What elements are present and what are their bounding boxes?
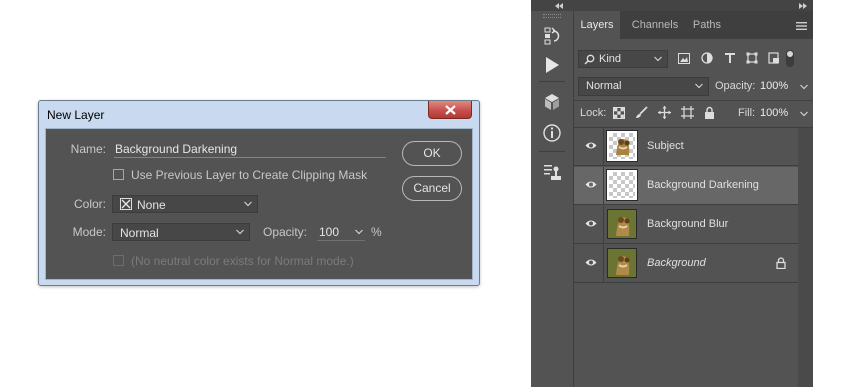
mode-value: Normal	[120, 226, 159, 240]
divider	[574, 100, 813, 101]
layer-name-input[interactable]	[114, 141, 386, 158]
grip-handle[interactable]	[543, 14, 561, 18]
neutral-color-note: (No neutral color exists for Normal mode…	[131, 254, 354, 268]
fill-value[interactable]: 100%	[760, 107, 788, 119]
eye-icon[interactable]	[585, 180, 597, 189]
chevron-down-icon	[654, 56, 662, 62]
color-label: Color:	[73, 197, 106, 211]
info-icon[interactable]	[541, 122, 563, 144]
search-icon	[584, 54, 595, 65]
divider	[603, 167, 604, 205]
divider	[539, 151, 565, 152]
layer-name: Background	[647, 257, 706, 269]
ok-button[interactable]: OK	[402, 141, 462, 166]
eye-icon[interactable]	[585, 258, 597, 267]
photo-thumbnail-icon	[608, 210, 636, 238]
collapse-left-icon[interactable]	[555, 3, 563, 9]
dialog-title: New Layer	[47, 108, 105, 122]
new-layer-dialog: New Layer Name: Use Previous Layer to Cr…	[38, 100, 480, 286]
chevron-down-icon	[236, 229, 244, 235]
lock-image-pixels-icon[interactable]	[635, 106, 648, 119]
divider	[539, 81, 565, 82]
lock-icon[interactable]	[776, 257, 786, 269]
blend-mode-value: Normal	[586, 80, 622, 92]
lock-position-icon[interactable]	[658, 106, 671, 119]
chevron-down-icon	[244, 201, 252, 207]
layer-row-background-darkening[interactable]: Background Darkening	[574, 167, 798, 205]
photo-thumbnail-icon	[608, 249, 636, 277]
color-value: None	[137, 198, 166, 212]
layer-thumbnail	[607, 209, 637, 239]
eye-icon[interactable]	[585, 141, 597, 150]
tab-layers[interactable]: Layers	[574, 11, 620, 39]
filter-row: Kind	[574, 48, 813, 70]
clone-source-icon[interactable]	[541, 161, 563, 183]
layer-thumbnail	[607, 248, 637, 278]
cancel-button[interactable]: Cancel	[402, 176, 462, 201]
filter-toggle[interactable]	[786, 50, 794, 67]
clipping-mask-checkbox[interactable]	[113, 169, 124, 180]
divider	[603, 245, 604, 283]
opacity-value: 100	[319, 225, 340, 239]
panel-menu-icon[interactable]	[796, 22, 807, 30]
opacity-field[interactable]: 100	[317, 223, 365, 241]
mode-select[interactable]: Normal	[112, 223, 250, 241]
dialog-body: Name: Use Previous Layer to Create Clipp…	[45, 128, 473, 280]
chevron-down-icon[interactable]	[800, 84, 808, 90]
divider	[603, 128, 604, 166]
layers-panel-tabbar: Layers Channels Paths	[574, 11, 813, 39]
filter-adjustment-icon[interactable]	[701, 52, 713, 64]
close-button[interactable]	[428, 101, 472, 119]
layer-row-background[interactable]: Background	[574, 245, 798, 283]
layer-thumbnail	[606, 169, 638, 201]
filter-smart-object-icon[interactable]	[768, 52, 780, 64]
tab-channels[interactable]: Channels	[630, 11, 680, 39]
filter-shape-icon[interactable]	[746, 52, 758, 64]
panel-opacity-value[interactable]: 100%	[760, 80, 788, 92]
close-icon	[445, 105, 456, 115]
layer-thumbnail	[606, 130, 638, 162]
neutral-color-checkbox	[113, 255, 124, 266]
layer-name: Subject	[647, 140, 684, 152]
animal-thumbnail-icon	[616, 139, 630, 155]
eye-icon[interactable]	[585, 219, 597, 228]
lock-transparent-pixels-icon[interactable]	[613, 107, 625, 119]
chevron-down-icon	[355, 229, 363, 235]
layer-row-subject[interactable]: Subject	[574, 128, 798, 166]
panel-dock-strip	[531, 11, 574, 387]
panel-top-strip	[531, 0, 813, 11]
divider	[603, 206, 604, 244]
layer-name: Background Darkening	[647, 179, 759, 191]
color-select[interactable]: None	[112, 195, 258, 213]
fill-label: Fill:	[738, 107, 756, 119]
chevron-down-icon[interactable]	[800, 111, 808, 117]
filter-pixel-icon[interactable]	[678, 53, 690, 64]
layer-name: Background Blur	[647, 218, 729, 230]
clipping-mask-label: Use Previous Layer to Create Clipping Ma…	[131, 168, 368, 182]
chevron-down-icon	[695, 83, 703, 89]
panel-opacity-label: Opacity:	[715, 80, 756, 92]
photoshop-panels: Layers Channels Paths Kind Normal Opacit…	[531, 0, 813, 387]
lock-all-icon[interactable]	[704, 106, 715, 119]
collapse-right-icon[interactable]	[799, 3, 807, 9]
3d-icon[interactable]	[541, 91, 563, 113]
opacity-label: Opacity:	[263, 225, 308, 239]
mode-label: Mode:	[72, 225, 106, 239]
opacity-unit: %	[371, 225, 382, 239]
play-actions-icon[interactable]	[541, 54, 563, 76]
layer-row-background-blur[interactable]: Background Blur	[574, 206, 798, 244]
filter-kind-label: Kind	[599, 53, 622, 65]
no-color-icon	[120, 198, 132, 210]
name-label: Name:	[70, 142, 106, 156]
layers-scroll-area[interactable]	[798, 128, 813, 387]
lock-artboard-icon[interactable]	[681, 106, 694, 119]
filter-kind-select[interactable]: Kind	[578, 50, 668, 68]
history-icon[interactable]	[541, 25, 563, 47]
blend-mode-select[interactable]: Normal	[578, 77, 709, 96]
lock-label: Lock:	[580, 107, 607, 119]
tab-paths[interactable]: Paths	[690, 11, 724, 39]
blend-row: Normal Opacity: 100%	[574, 76, 813, 98]
lock-row: Lock: Fill: 100%	[574, 103, 813, 125]
filter-type-icon[interactable]	[724, 52, 736, 64]
